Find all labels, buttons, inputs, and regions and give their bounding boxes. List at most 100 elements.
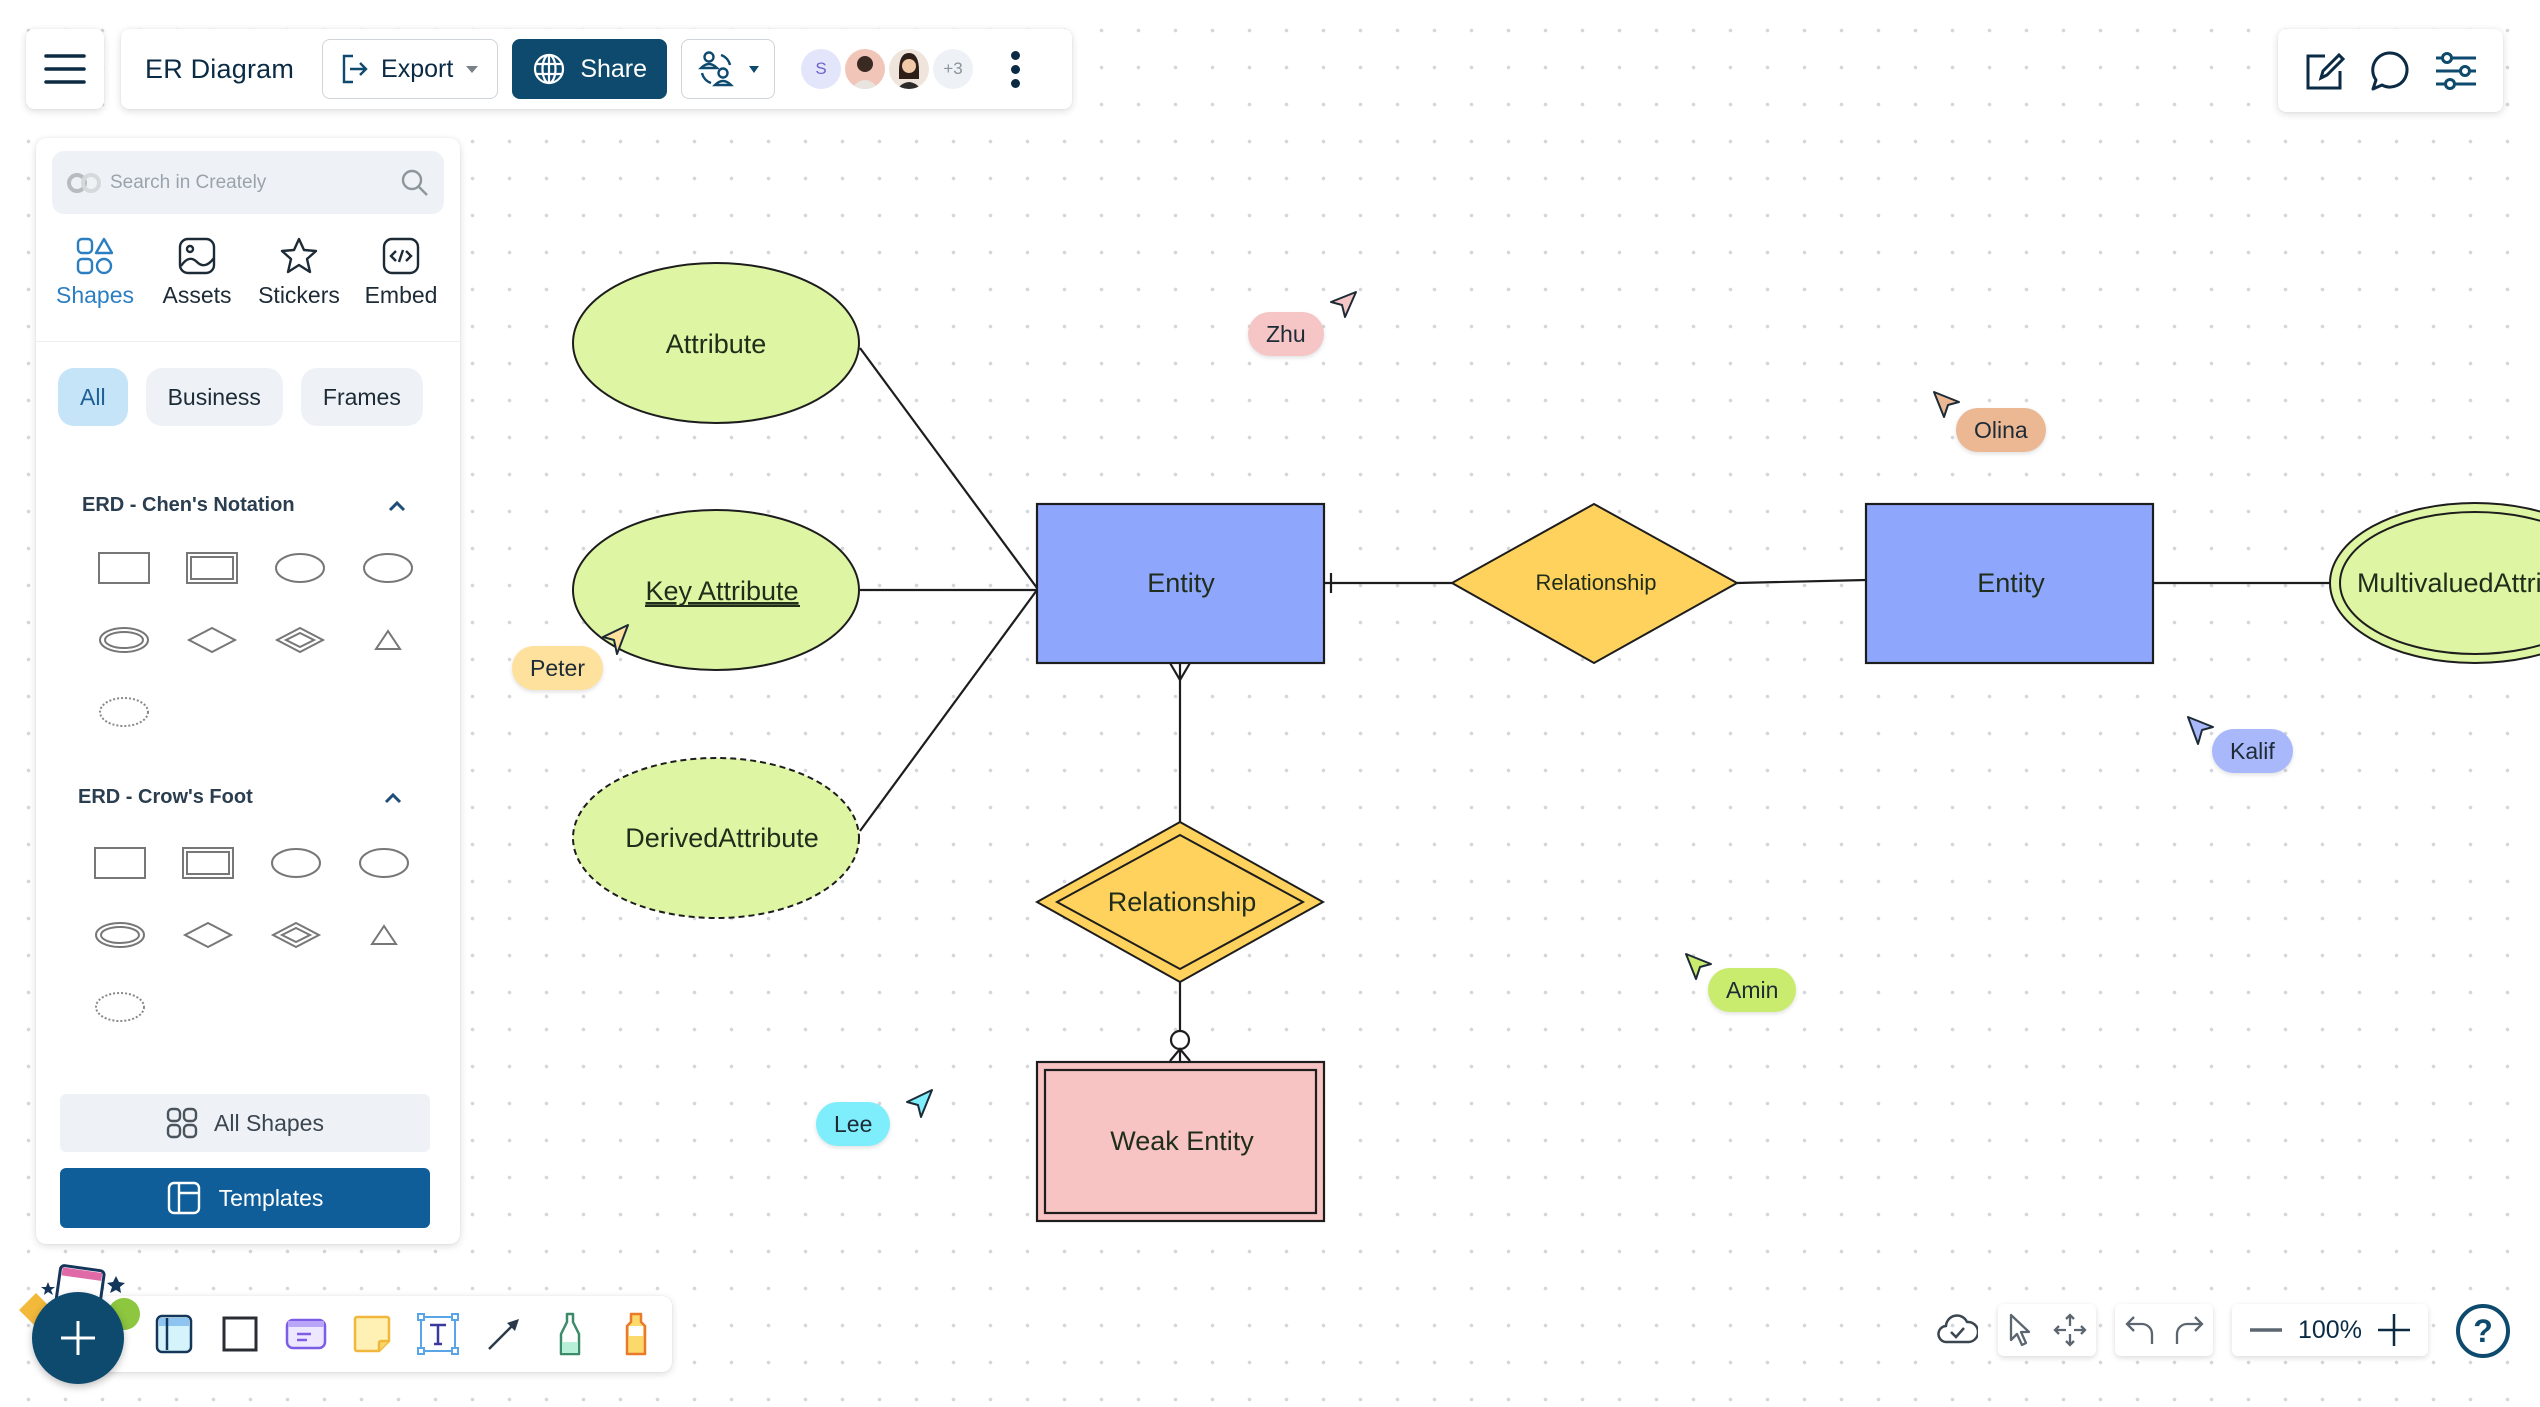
- diamond-shape-icon: [182, 921, 234, 949]
- collaborator-avatars[interactable]: S +3: [801, 49, 974, 89]
- attribute-shape[interactable]: Attribute: [572, 262, 860, 424]
- relationship-2-label: Relationship: [1108, 887, 1257, 917]
- collaboration-mode-button[interactable]: [681, 39, 776, 99]
- shape-multivalued-attribute[interactable]: [76, 899, 164, 971]
- search-input[interactable]: [110, 171, 400, 194]
- shape-identifying-relationship[interactable]: [252, 899, 340, 971]
- tab-stickers[interactable]: Stickers: [249, 236, 349, 341]
- zoom-out-button[interactable]: [2249, 1327, 2283, 1333]
- plus-icon: [2377, 1314, 2410, 1346]
- entity-shape-2[interactable]: Entity: [1864, 502, 2155, 665]
- highlighter-tool[interactable]: [614, 1312, 658, 1356]
- shape-multivalued-attribute[interactable]: [80, 604, 168, 676]
- more-collaborators-badge[interactable]: +3: [933, 49, 974, 89]
- shape-attribute[interactable]: [252, 827, 340, 899]
- avatar[interactable]: S: [801, 49, 842, 89]
- section-header-chens-notation[interactable]: ERD - Chen's Notation: [82, 494, 406, 517]
- connector-relationship-entity[interactable]: [1736, 578, 1867, 585]
- shape-entity[interactable]: [76, 827, 164, 899]
- comments-button[interactable]: [2368, 49, 2412, 93]
- share-button[interactable]: Share: [512, 39, 668, 99]
- shape-weak-entity[interactable]: [164, 827, 252, 899]
- avatar-photo-icon: [851, 56, 880, 89]
- settings-sliders-icon: [2435, 51, 2476, 90]
- card-icon: [285, 1318, 327, 1350]
- settings-button[interactable]: [2433, 49, 2479, 93]
- tab-shapes[interactable]: Shapes: [45, 236, 145, 341]
- weak-entity-shape[interactable]: Weak Entity: [1035, 1060, 1326, 1223]
- help-button[interactable]: ?: [2454, 1302, 2512, 1365]
- connector-tool[interactable]: [482, 1312, 526, 1356]
- shape-weak-entity[interactable]: [168, 532, 256, 604]
- double-rectangle-shape-icon: [182, 847, 234, 879]
- sticky-note-tool[interactable]: [350, 1312, 394, 1356]
- export-button[interactable]: Export: [322, 39, 499, 99]
- add-button[interactable]: [32, 1292, 124, 1384]
- shapes-panel: Shapes Assets Stickers Embed All Busines…: [36, 138, 460, 1244]
- chevron-up-icon[interactable]: [388, 500, 406, 512]
- section-header-crows-foot[interactable]: ERD - Crow's Foot: [78, 786, 402, 809]
- frame-tool[interactable]: [152, 1312, 196, 1356]
- zoom-in-button[interactable]: [2377, 1313, 2411, 1347]
- shape-entity[interactable]: [80, 532, 168, 604]
- shape-derived-attribute[interactable]: [76, 971, 164, 1043]
- chip-all[interactable]: All: [58, 368, 128, 426]
- triangle-shape-icon: [370, 924, 398, 945]
- text-tool[interactable]: [416, 1312, 460, 1356]
- search-box[interactable]: [52, 151, 444, 214]
- document-title[interactable]: ER Diagram: [145, 54, 294, 85]
- shape-relationship[interactable]: [164, 899, 252, 971]
- select-tool-button[interactable]: [2007, 1312, 2035, 1348]
- redo-button[interactable]: [2173, 1313, 2205, 1347]
- shape-isa[interactable]: [344, 604, 432, 676]
- relationship-shape-1[interactable]: Relationship: [1449, 502, 1740, 665]
- templates-button[interactable]: Templates: [60, 1168, 430, 1228]
- shape-attribute[interactable]: [256, 532, 344, 604]
- chip-business[interactable]: Business: [145, 368, 283, 426]
- connector-arrow-icon: [488, 1319, 519, 1350]
- connector-attribute-entity[interactable]: [859, 347, 1038, 589]
- shape-key-attribute[interactable]: [340, 827, 428, 899]
- shape-isa[interactable]: [340, 899, 428, 971]
- rectangle-tool[interactable]: [218, 1312, 262, 1356]
- search-icon[interactable]: [400, 168, 430, 198]
- undo-button[interactable]: [2124, 1313, 2156, 1347]
- chevron-up-icon[interactable]: [384, 792, 402, 804]
- cursor-name-tag: Amin: [1708, 968, 1797, 1012]
- connector-derived-attribute-entity[interactable]: [859, 589, 1038, 832]
- edit-button[interactable]: [2303, 49, 2347, 93]
- entity-2-label: Entity: [1977, 568, 2045, 598]
- kebab-dot: [1011, 50, 1021, 60]
- main-menu-button[interactable]: [26, 29, 104, 109]
- globe-icon: [534, 53, 565, 85]
- chip-frames[interactable]: Frames: [300, 368, 423, 426]
- selection-tools: [1998, 1304, 2096, 1356]
- avatar[interactable]: [845, 49, 886, 89]
- zoom-level[interactable]: 100%: [2298, 1316, 2362, 1345]
- identifying-relationship-shape[interactable]: Relationship: [1034, 820, 1326, 984]
- tab-assets[interactable]: Assets: [147, 236, 247, 341]
- redo-icon: [2175, 1316, 2204, 1344]
- shape-identifying-relationship[interactable]: [256, 604, 344, 676]
- pen-tool[interactable]: [548, 1312, 592, 1356]
- shape-relationship[interactable]: [168, 604, 256, 676]
- section-title: ERD - Chen's Notation: [82, 494, 295, 516]
- cursor-name-tag: Peter: [512, 646, 603, 690]
- derived-attribute-shape[interactable]: DerivedAttribute: [572, 757, 860, 919]
- shape-derived-attribute[interactable]: [80, 676, 168, 748]
- tab-embed[interactable]: Embed: [351, 236, 451, 341]
- pan-tool-button[interactable]: [2052, 1312, 2088, 1348]
- all-shapes-button[interactable]: All Shapes: [60, 1094, 430, 1152]
- cursor-name-tag: Zhu: [1248, 312, 1324, 356]
- card-tool[interactable]: [284, 1312, 328, 1356]
- category-chips: All Business Frames: [58, 368, 423, 426]
- highlighter-icon: [625, 1312, 647, 1356]
- double-ellipse-shape-icon: [95, 922, 145, 948]
- avatar[interactable]: [889, 49, 930, 89]
- ellipse-shape-icon: [271, 848, 321, 878]
- entity-shape-1[interactable]: Entity: [1035, 502, 1326, 665]
- shape-key-attribute[interactable]: [344, 532, 432, 604]
- zoom-controls: 100%: [2232, 1304, 2428, 1356]
- more-options-button[interactable]: [1011, 50, 1021, 88]
- multivalued-attribute-shape[interactable]: MultivaluedAttribute: [2329, 502, 2540, 664]
